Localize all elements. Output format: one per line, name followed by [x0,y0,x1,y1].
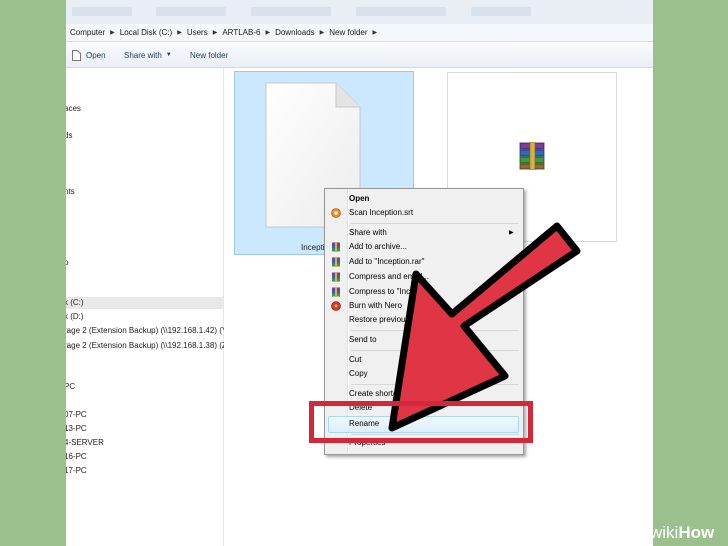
wikihow-logo-part: wiki [650,523,679,542]
wikihow-logo-part: How [678,523,715,542]
rename-highlight-box [309,401,533,443]
wikihow-watermark: wikiHow [650,523,714,543]
red-pointer-arrow-icon [388,222,581,432]
